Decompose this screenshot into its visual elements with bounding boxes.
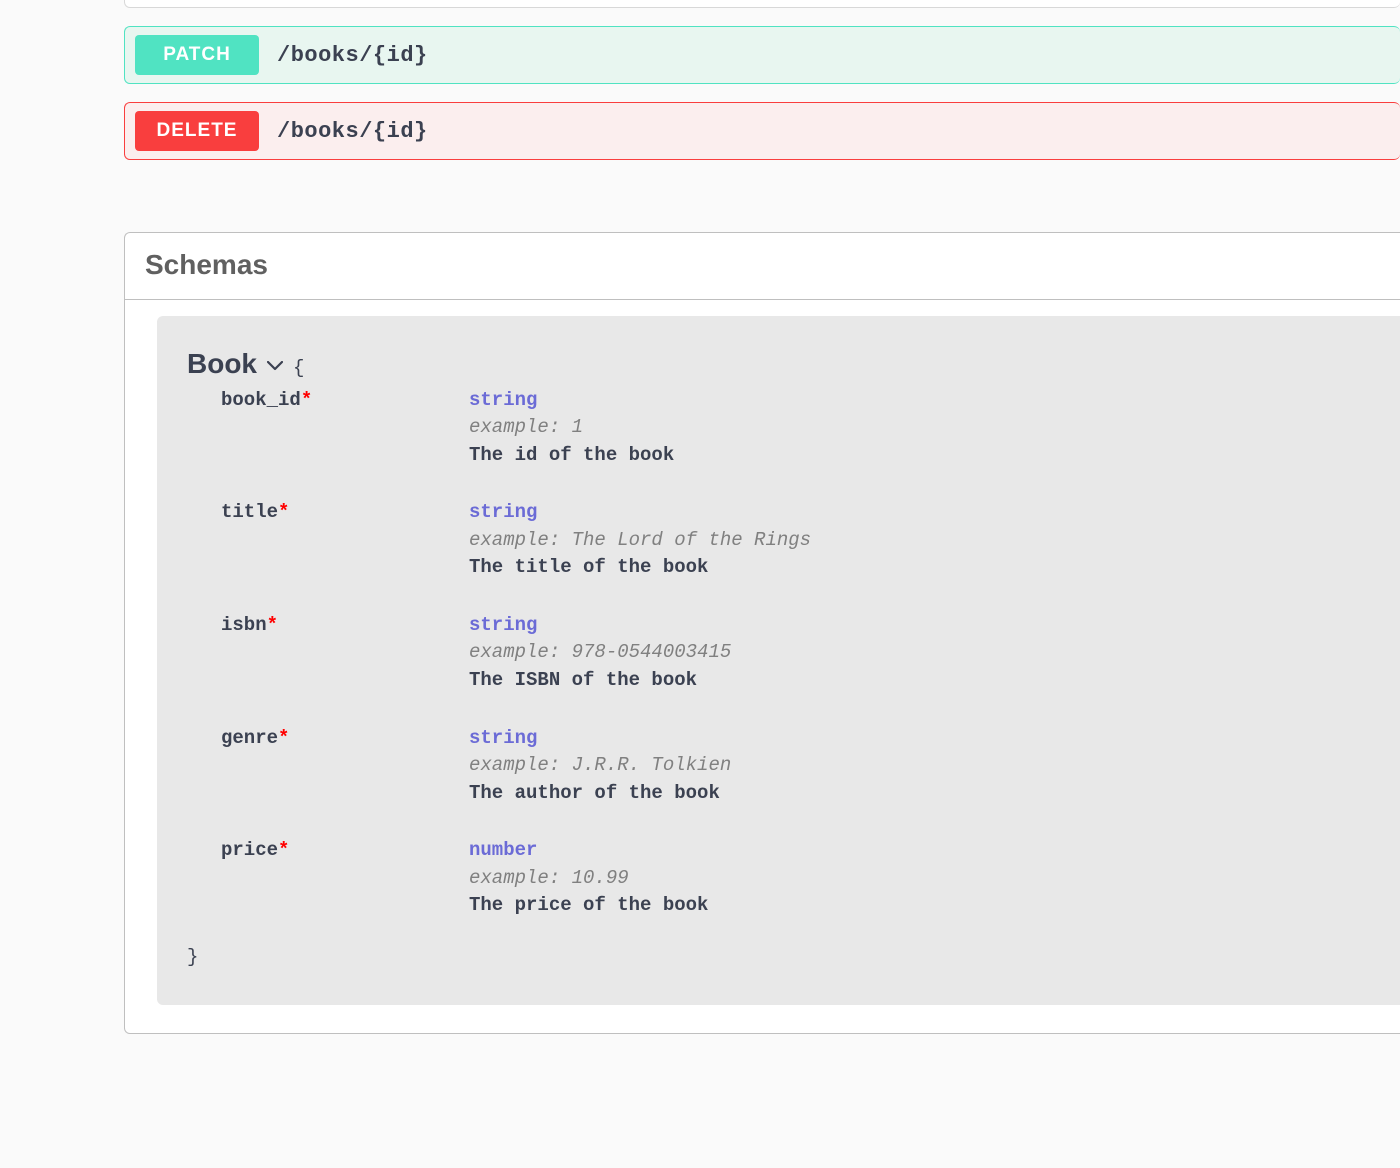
required-star: * [278,839,289,861]
prop-example: example: The Lord of the Rings [469,527,811,555]
prop-description: The id of the book [469,442,674,470]
close-brace: } [187,944,1400,972]
schema-property: isbn* string example: 978-0544003415 The… [221,612,1400,695]
endpoint-path: /books/{id} [277,43,428,68]
prop-name: book_id [221,389,301,411]
prop-description: The author of the book [469,780,731,808]
prop-description: The price of the book [469,892,708,920]
prop-name: isbn [221,614,267,636]
prop-name: price [221,839,278,861]
prop-example: example: 1 [469,414,674,442]
schema-property: book_id* string example: 1 The id of the… [221,387,1400,470]
schema-name-row[interactable]: Book { [187,344,1400,385]
prop-example: example: J.R.R. Tolkien [469,752,731,780]
prop-example: example: 10.99 [469,865,708,893]
prop-name: title [221,501,278,523]
schema-name: Book [187,344,257,385]
endpoint-row-patch[interactable]: PATCH /books/{id} [124,26,1400,84]
prop-name: genre [221,727,278,749]
endpoint-row-delete[interactable]: DELETE /books/{id} [124,102,1400,160]
prop-type: number [469,837,708,865]
prop-type: string [469,499,811,527]
schemas-title: Schemas [145,249,1380,281]
endpoint-row-partial [124,0,1400,8]
prop-type: string [469,725,731,753]
open-brace: { [293,355,304,383]
endpoint-path: /books/{id} [277,119,428,144]
prop-type: string [469,387,674,415]
prop-type: string [469,612,731,640]
schema-property: title* string example: The Lord of the R… [221,499,1400,582]
schemas-header[interactable]: Schemas [125,233,1400,300]
schemas-section: Schemas Book { book_id* [124,232,1400,1034]
required-star: * [278,501,289,523]
prop-example: example: 978-0544003415 [469,639,731,667]
schema-book: Book { book_id* string example: 1 [157,316,1400,1005]
method-badge-patch: PATCH [135,35,259,75]
schema-property: genre* string example: J.R.R. Tolkien Th… [221,725,1400,808]
method-badge-delete: DELETE [135,111,259,151]
prop-description: The title of the book [469,554,811,582]
schema-properties: book_id* string example: 1 The id of the… [187,387,1400,920]
required-star: * [301,389,312,411]
chevron-down-icon [267,361,283,371]
required-star: * [278,727,289,749]
required-star: * [267,614,278,636]
prop-description: The ISBN of the book [469,667,731,695]
schema-property: price* number example: 10.99 The price o… [221,837,1400,920]
schemas-body: Book { book_id* string example: 1 [125,300,1400,1033]
